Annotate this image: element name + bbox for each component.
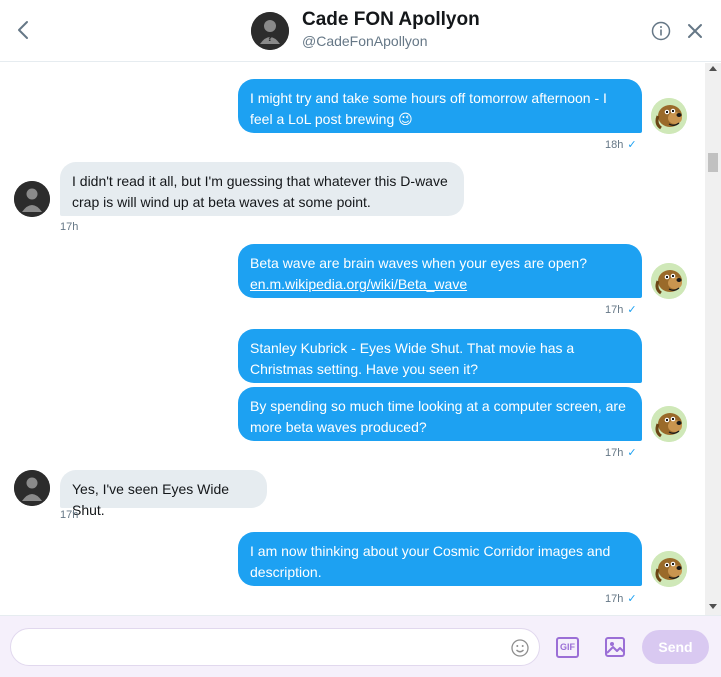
- info-icon[interactable]: [651, 21, 671, 41]
- message-bubble-outgoing[interactable]: I am now thinking about your Cosmic Corr…: [238, 532, 642, 586]
- message-time: 17h: [605, 304, 624, 316]
- message-time: 17h: [605, 447, 624, 459]
- message-time: 17h: [60, 221, 79, 233]
- contact-avatar-small[interactable]: [14, 181, 50, 217]
- message-meta: 18h ✓: [605, 138, 637, 151]
- my-avatar[interactable]: [651, 263, 687, 299]
- check-icon: ✓: [627, 139, 637, 151]
- scroll-thumb[interactable]: [708, 153, 718, 172]
- image-icon[interactable]: [604, 636, 626, 658]
- message-bubble-incoming[interactable]: I didn't read it all, but I'm guessing t…: [60, 162, 464, 216]
- contact-handle[interactable]: @CadeFonApollyon: [302, 33, 428, 49]
- message-link[interactable]: en.m.wikipedia.org/wiki/Beta_wave: [250, 276, 467, 292]
- check-icon: ✓: [627, 304, 637, 316]
- contact-avatar-small[interactable]: [14, 470, 50, 506]
- message-list: I might try and take some hours off tomo…: [0, 63, 705, 615]
- message-time: 17h: [60, 509, 79, 521]
- scrollbar[interactable]: [705, 63, 721, 615]
- message-bubble-outgoing[interactable]: By spending so much time looking at a co…: [238, 387, 642, 441]
- message-meta: 17h ✓: [605, 446, 637, 459]
- message-text: Beta wave are brain waves when your eyes…: [250, 255, 587, 271]
- message-time: 18h: [605, 139, 624, 151]
- message-text: Stanley Kubrick - Eyes Wide Shut. That m…: [250, 340, 575, 377]
- message-bubble-outgoing[interactable]: Stanley Kubrick - Eyes Wide Shut. That m…: [238, 329, 642, 383]
- emoji-icon[interactable]: [510, 638, 530, 658]
- close-icon[interactable]: [686, 22, 704, 40]
- message-text: I might try and take some hours off tomo…: [250, 90, 607, 127]
- send-button[interactable]: Send: [642, 630, 709, 664]
- contact-avatar[interactable]: ?: [251, 12, 289, 50]
- message-composer: GIF Send: [0, 615, 721, 677]
- my-avatar[interactable]: [651, 406, 687, 442]
- truncated-timestamp: [604, 63, 607, 69]
- message-text: I am now thinking about your Cosmic Corr…: [250, 543, 611, 580]
- scroll-down-arrow[interactable]: [709, 604, 717, 609]
- message-input-wrapper[interactable]: [10, 628, 540, 666]
- message-time: 17h: [605, 593, 624, 605]
- my-avatar[interactable]: [651, 98, 687, 134]
- my-avatar[interactable]: [651, 551, 687, 587]
- message-meta: 17h ✓: [605, 592, 637, 605]
- scroll-up-arrow[interactable]: [709, 66, 717, 71]
- gif-icon[interactable]: GIF: [556, 637, 579, 658]
- check-icon: ✓: [627, 593, 637, 605]
- message-text: By spending so much time looking at a co…: [250, 398, 626, 435]
- message-bubble-outgoing[interactable]: I might try and take some hours off tomo…: [238, 79, 642, 133]
- svg-text:?: ?: [267, 34, 272, 44]
- conversation-header: ? Cade FON Apollyon @CadeFonApollyon: [0, 0, 721, 62]
- contact-name[interactable]: Cade FON Apollyon: [302, 9, 480, 31]
- check-icon: ✓: [627, 447, 637, 459]
- message-bubble-incoming[interactable]: Yes, I've seen Eyes Wide Shut.: [60, 470, 267, 518]
- back-arrow-icon[interactable]: [14, 18, 34, 42]
- message-bubble-outgoing[interactable]: Beta wave are brain waves when your eyes…: [238, 244, 642, 298]
- message-meta: 17h ✓: [605, 303, 637, 316]
- message-text: Yes, I've seen Eyes Wide Shut.: [72, 481, 230, 518]
- message-text: I didn't read it all, but I'm guessing t…: [72, 173, 448, 210]
- message-input[interactable]: [25, 637, 505, 657]
